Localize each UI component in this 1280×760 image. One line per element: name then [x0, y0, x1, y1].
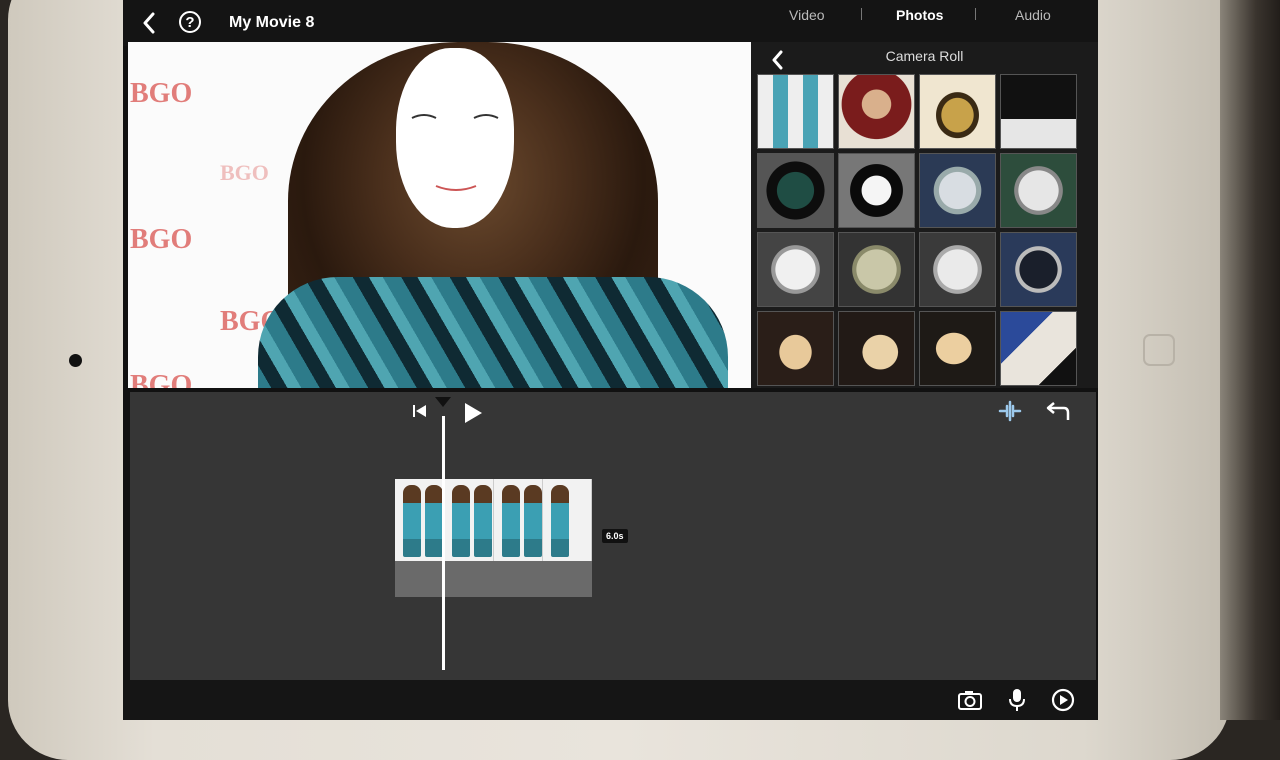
project-title: My Movie 8 [229, 14, 315, 31]
top-bar: ? My Movie 8 Video Photos Audio [123, 0, 1098, 46]
photo-thumbnail[interactable] [919, 232, 996, 307]
microphone-icon[interactable] [1009, 688, 1025, 712]
album-title: Camera Roll [885, 48, 964, 64]
timeline[interactable]: 6.0s [130, 392, 1096, 680]
tab-divider [975, 8, 976, 20]
photo-thumbnail[interactable] [1000, 311, 1077, 386]
photo-thumbnail[interactable] [1000, 232, 1077, 307]
tab-video[interactable]: Video [789, 7, 825, 23]
video-clip[interactable] [395, 479, 592, 597]
clip-duration-badge: 6.0s [602, 529, 628, 543]
clip-filmstrip [395, 479, 592, 561]
subject-face [396, 48, 514, 228]
background-logo: BGO [130, 370, 193, 388]
clip-frame [395, 479, 445, 561]
photo-thumbnail[interactable] [1000, 74, 1077, 149]
clip-frame [444, 479, 494, 561]
photo-thumbnail[interactable] [757, 74, 834, 149]
photo-browser: Camera Roll [751, 42, 1098, 388]
help-icon[interactable]: ? [179, 11, 201, 33]
photo-thumbnail[interactable] [1000, 153, 1077, 228]
photo-thumbnail[interactable] [919, 74, 996, 149]
home-button[interactable] [1143, 334, 1175, 366]
photo-thumbnail[interactable] [919, 153, 996, 228]
photo-thumbnail[interactable] [838, 74, 915, 149]
tab-divider [861, 8, 862, 20]
background-logo: BGO [220, 160, 269, 185]
photo-thumbnail[interactable] [919, 311, 996, 386]
subject-shirt [258, 277, 728, 388]
back-icon[interactable] [135, 8, 163, 38]
photo-thumbnail[interactable] [757, 311, 834, 386]
clip-frame [493, 479, 543, 561]
photo-thumbnail[interactable] [757, 232, 834, 307]
photo-thumbnail[interactable] [838, 153, 915, 228]
play-icon[interactable] [463, 402, 483, 429]
playhead-marker[interactable] [435, 397, 451, 407]
playhead[interactable] [442, 416, 445, 670]
photo-thumbnail[interactable] [757, 153, 834, 228]
camera-icon[interactable] [957, 689, 983, 711]
audio-waveform-icon[interactable] [998, 400, 1022, 427]
skip-to-start-icon[interactable] [412, 404, 428, 423]
video-viewer[interactable]: BGO BGO BGO BGO BGO [128, 42, 752, 388]
tab-audio[interactable]: Audio [1015, 7, 1051, 23]
app-screen: ? My Movie 8 Video Photos Audio BGO BGO … [123, 0, 1098, 720]
background-logo: BGO [130, 78, 193, 109]
front-camera [69, 354, 82, 367]
photo-thumbnail[interactable] [838, 232, 915, 307]
thumbnail-grid [757, 74, 1087, 386]
bottom-toolbar [123, 680, 1098, 720]
photo-thumbnail[interactable] [838, 311, 915, 386]
clip-frame [542, 479, 592, 561]
tab-photos[interactable]: Photos [896, 7, 943, 23]
background-logo: BGO [130, 224, 193, 255]
media-icon[interactable] [1051, 688, 1075, 712]
undo-icon[interactable] [1044, 400, 1070, 427]
tablet-edge [1220, 0, 1280, 720]
